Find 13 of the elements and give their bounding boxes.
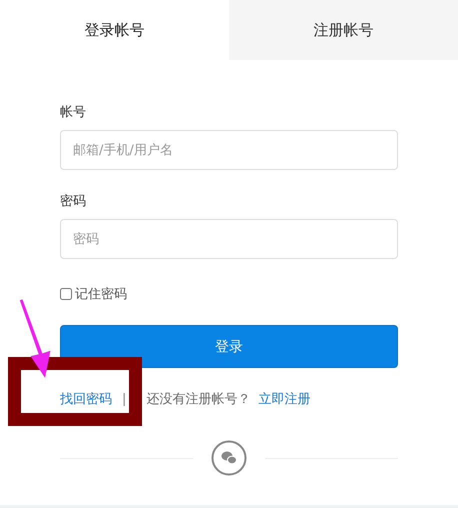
login-button[interactable]: 登录 [60, 325, 398, 368]
checkbox-label: 记住密码 [75, 286, 127, 303]
field-label: 密码 [60, 193, 87, 210]
separator: | [122, 392, 126, 406]
tab[interactable]: 注册帐号 [229, 0, 458, 60]
field-label: 帐号 [60, 104, 87, 121]
password-field[interactable]: 密码 [60, 219, 398, 259]
register-link[interactable]: 立即注册 [258, 390, 310, 408]
account-field[interactable]: 邮箱/手机/用户名 [60, 130, 398, 170]
forgot-password-link[interactable]: 找回密码 [60, 390, 112, 408]
wechat-icon[interactable] [211, 440, 247, 476]
checkbox[interactable] [60, 288, 72, 300]
register-prompt: 还没有注册帐号？ [146, 391, 250, 408]
